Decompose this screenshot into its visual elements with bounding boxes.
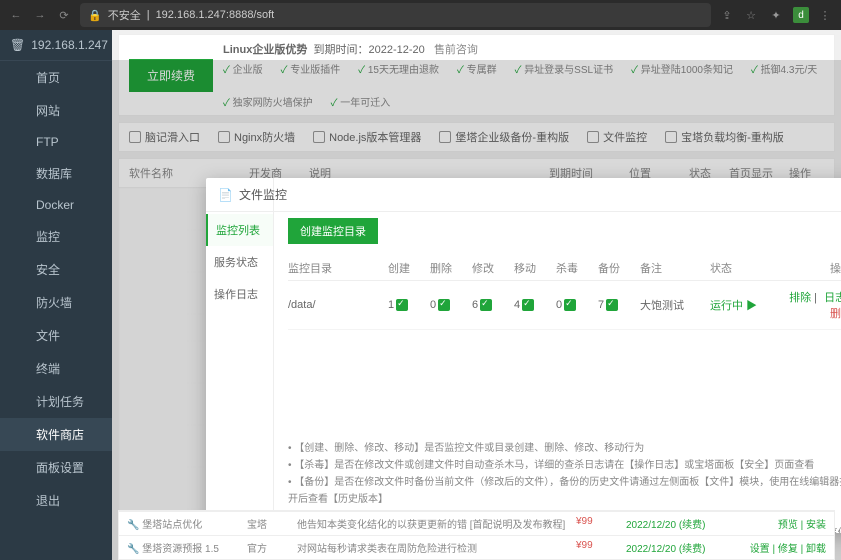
delete-checkbox[interactable]	[438, 299, 450, 311]
sidebar-item-settings[interactable]: 面板设置	[0, 451, 112, 484]
sidebar-item-security[interactable]: 安全	[0, 253, 112, 286]
sidebar-item-firewall[interactable]: 防火墙	[0, 286, 112, 319]
sidebar-item-files[interactable]: 文件	[0, 319, 112, 352]
sidebar: 🗑 192.168.1.247 0 首页 网站 FTP 数据库 Docker 监…	[0, 30, 112, 560]
status-cell: 运行中 ▶	[710, 297, 770, 313]
exclude-link[interactable]: 排除	[789, 292, 811, 304]
software-row: 🔧 堡塔站点优化宝塔他告知本类变化结化的以获更更新的错 [首配说明及发布教程]¥…	[119, 511, 834, 535]
host-label: 192.168.1.247	[31, 38, 108, 52]
backup-checkbox[interactable]	[606, 299, 618, 311]
back-icon[interactable]: ←	[8, 7, 24, 23]
kill-checkbox[interactable]	[564, 299, 576, 311]
menu-icon[interactable]: ⋮	[817, 7, 833, 23]
consult-link[interactable]: 售前咨询	[434, 44, 478, 56]
tab-service-status[interactable]: 服务状态	[206, 246, 273, 278]
sidebar-item-software[interactable]: 软件商店	[0, 418, 112, 451]
move-checkbox[interactable]	[522, 299, 534, 311]
software-row: 🔧 堡塔资源预报 1.5官方对网站每秒请求类表在周防危险进行检测¥992022/…	[119, 535, 834, 559]
lock-icon: 🔒	[88, 9, 102, 22]
sidebar-item-site[interactable]: 网站	[0, 94, 112, 127]
sidebar-item-terminal[interactable]: 终端	[0, 352, 112, 385]
ext-d-icon[interactable]: d	[793, 7, 809, 23]
sidebar-item-logout[interactable]: 退出	[0, 484, 112, 517]
panel-icon: 🗑	[10, 38, 25, 52]
create-checkbox[interactable]	[396, 299, 408, 311]
insecure-label: 不安全	[108, 7, 141, 23]
extensions-icon[interactable]: ✦	[767, 6, 785, 24]
share-icon[interactable]: ⇪	[719, 7, 735, 23]
forward-icon[interactable]: →	[32, 7, 48, 23]
star-icon[interactable]: ☆	[743, 7, 759, 23]
modal-title-bar: 📄 文件监控	[206, 178, 841, 212]
create-monitor-button[interactable]: 创建监控目录	[288, 218, 378, 244]
file-icon: 📄	[218, 188, 233, 202]
sidebar-header: 🗑 192.168.1.247 0	[0, 30, 112, 61]
note-cell: 大饱测试	[640, 297, 710, 313]
url-bar[interactable]: 🔒 不安全 | 192.168.1.247:8888/soft	[80, 3, 711, 27]
dir-cell: /data/	[288, 299, 388, 311]
monitor-row: /data/ 1 0 6 4 0 7 大饱测试 运行中 ▶ 排除 | 日志 | …	[288, 281, 841, 330]
log-link[interactable]: 日志	[824, 292, 841, 304]
sidebar-item-ftp[interactable]: FTP	[0, 127, 112, 157]
modal-title: 文件监控	[239, 186, 287, 203]
sidebar-item-cron[interactable]: 计划任务	[0, 385, 112, 418]
sidebar-item-home[interactable]: 首页	[0, 61, 112, 94]
sidebar-item-monitor[interactable]: 监控	[0, 220, 112, 253]
sidebar-item-database[interactable]: 数据库	[0, 157, 112, 190]
tab-monitor-list[interactable]: 监控列表	[206, 214, 273, 246]
sidebar-item-docker[interactable]: Docker	[0, 190, 112, 220]
file-monitor-modal: 📄 文件监控 ✕ 监控列表 服务状态 操作日志 创建监控目录 监控目录创建删除修…	[206, 178, 841, 533]
tab-op-log[interactable]: 操作日志	[206, 278, 273, 310]
banner-title: Linux企业版优势	[223, 44, 307, 56]
delete-link[interactable]: 删除	[830, 308, 841, 320]
url-text: 192.168.1.247:8888/soft	[156, 9, 275, 21]
modify-checkbox[interactable]	[480, 299, 492, 311]
reload-icon[interactable]: ⟳	[56, 7, 72, 23]
